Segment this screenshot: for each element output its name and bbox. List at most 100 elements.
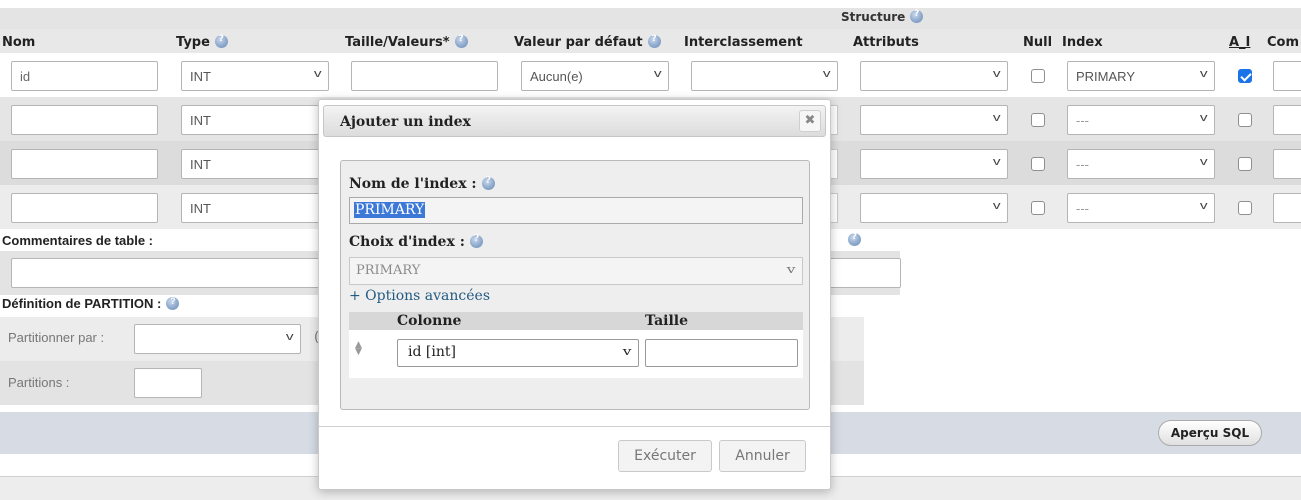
column-name-input[interactable] — [11, 149, 158, 179]
help-icon[interactable] — [848, 232, 861, 246]
index-select[interactable]: PRIMARY v — [1067, 61, 1215, 91]
attributes-select[interactable]: v — [860, 61, 1008, 91]
chevron-down-icon: v — [1199, 112, 1208, 124]
partition-by-label: Partitionner par : — [8, 330, 105, 345]
col-head-type: Type — [176, 34, 228, 50]
column-name-input[interactable]: id — [11, 61, 158, 91]
default-select[interactable]: Aucun(e) v — [521, 61, 669, 91]
column-select[interactable]: id [int] v — [397, 339, 639, 367]
attributes-select[interactable]: v — [860, 193, 1008, 223]
col-head-index-text: Index — [1062, 35, 1103, 50]
help-icon[interactable] — [454, 34, 468, 48]
type-select[interactable]: INT — [181, 105, 329, 135]
col-head-taille-text: Taille/Valeurs* — [345, 35, 450, 50]
advanced-options-link[interactable]: + Options avancées — [349, 288, 490, 304]
column-name-input[interactable] — [11, 193, 158, 223]
col-head-type-text: Type — [176, 35, 210, 50]
index-select[interactable]: --- v — [1067, 105, 1215, 135]
column-header: Colonne — [397, 313, 462, 329]
help-icon[interactable] — [647, 34, 661, 48]
type-select[interactable]: INT — [181, 149, 329, 179]
partition-by-select[interactable]: v — [134, 324, 301, 354]
chevron-down-icon: v — [285, 331, 294, 343]
col-head-nom-text: Nom — [2, 35, 36, 50]
dialog-titlebar[interactable]: Ajouter un index ✖ — [323, 105, 826, 137]
column-select-value: id [int] — [408, 344, 456, 360]
length-input[interactable] — [351, 61, 498, 91]
help-icon[interactable] — [214, 34, 228, 48]
col-head-com-text: Com — [1267, 35, 1300, 50]
col-head-interclassement-text: Interclassement — [684, 35, 803, 50]
size-input[interactable] — [645, 339, 798, 367]
index-select-value: --- — [1076, 201, 1089, 216]
top-strip — [0, 0, 1301, 8]
partitions-input[interactable] — [134, 368, 202, 398]
col-head-defaut-text: Valeur par défaut — [514, 35, 643, 50]
auto-increment-checkbox[interactable] — [1238, 113, 1252, 127]
chevron-down-icon: v — [992, 200, 1001, 212]
chevron-down-icon: v — [786, 263, 796, 276]
index-name-input[interactable]: PRIMARY — [349, 197, 803, 224]
attributes-select[interactable]: v — [860, 105, 1008, 135]
index-select[interactable]: --- v — [1067, 193, 1215, 223]
col-head-null: Null — [1023, 35, 1052, 50]
execute-button[interactable]: Exécuter — [618, 440, 712, 472]
index-choice-value: PRIMARY — [356, 263, 421, 278]
col-head-ai-text: A_I — [1229, 35, 1251, 50]
auto-increment-checkbox[interactable] — [1238, 157, 1252, 171]
type-select[interactable]: INT v — [181, 61, 329, 91]
cancel-button[interactable]: Annuler — [719, 440, 806, 472]
structure-label-text: Structure — [841, 10, 906, 24]
auto-increment-checkbox[interactable] — [1238, 201, 1252, 215]
column-name-input[interactable] — [11, 105, 158, 135]
col-head-null-text: Null — [1023, 35, 1053, 50]
help-icon[interactable] — [166, 296, 180, 310]
close-icon[interactable]: ✖ — [799, 110, 821, 132]
comment-input[interactable] — [1273, 105, 1301, 135]
chevron-down-icon: v — [1199, 156, 1208, 168]
type-select-value: INT — [190, 69, 211, 84]
help-icon[interactable] — [469, 234, 483, 248]
null-checkbox[interactable] — [1031, 201, 1045, 215]
index-select-value: --- — [1076, 157, 1089, 172]
chevron-down-icon: v — [822, 68, 831, 80]
partition-title-text: Définition de PARTITION : — [2, 296, 162, 311]
help-icon[interactable] — [481, 176, 495, 190]
dialog-title: Ajouter un index — [340, 114, 471, 130]
col-head-attributs-text: Attributs — [853, 35, 919, 50]
col-head-defaut: Valeur par défaut — [514, 34, 661, 50]
preview-sql-button[interactable]: Aperçu SQL — [1158, 420, 1262, 446]
null-checkbox[interactable] — [1031, 69, 1045, 83]
null-checkbox[interactable] — [1031, 157, 1045, 171]
type-select[interactable]: INT — [181, 193, 329, 223]
chevron-down-icon: v — [1199, 200, 1208, 212]
null-checkbox[interactable] — [1031, 113, 1045, 127]
help-icon[interactable] — [910, 9, 924, 23]
type-select-value: INT — [190, 157, 211, 172]
index-name-label-text: Nom de l'index : — [349, 176, 477, 192]
comment-input[interactable] — [1273, 149, 1301, 179]
index-select[interactable]: --- v — [1067, 149, 1215, 179]
attributes-select[interactable]: v — [860, 149, 1008, 179]
index-choice-select[interactable]: PRIMARY v — [349, 257, 803, 285]
chevron-down-icon: v — [313, 68, 322, 80]
auto-increment-checkbox[interactable] — [1238, 69, 1252, 83]
index-column-row: ▲ ▼ id [int] v — [349, 330, 803, 378]
chevron-down-icon: v — [992, 112, 1001, 124]
collation-select-edge — [830, 105, 838, 135]
type-select-value: INT — [190, 201, 211, 216]
type-select-value: INT — [190, 113, 211, 128]
comment-input[interactable] — [1273, 61, 1301, 91]
collation-select-edge — [830, 149, 838, 179]
collation-select-edge — [830, 193, 838, 223]
partition-title: Définition de PARTITION : — [2, 296, 180, 311]
comment-input[interactable] — [1273, 193, 1301, 223]
drag-handle-icon[interactable]: ▲ ▼ — [355, 341, 362, 357]
chevron-down-icon: v — [992, 68, 1001, 80]
chevron-down-icon: v — [992, 156, 1001, 168]
collation-select[interactable]: v — [691, 61, 838, 91]
index-fieldset: Nom de l'index : PRIMARY Choix d'index :… — [340, 160, 810, 410]
index-choice-label-text: Choix d'index : — [349, 234, 465, 250]
index-name-label: Nom de l'index : — [349, 176, 495, 192]
index-choice-label: Choix d'index : — [349, 234, 483, 250]
